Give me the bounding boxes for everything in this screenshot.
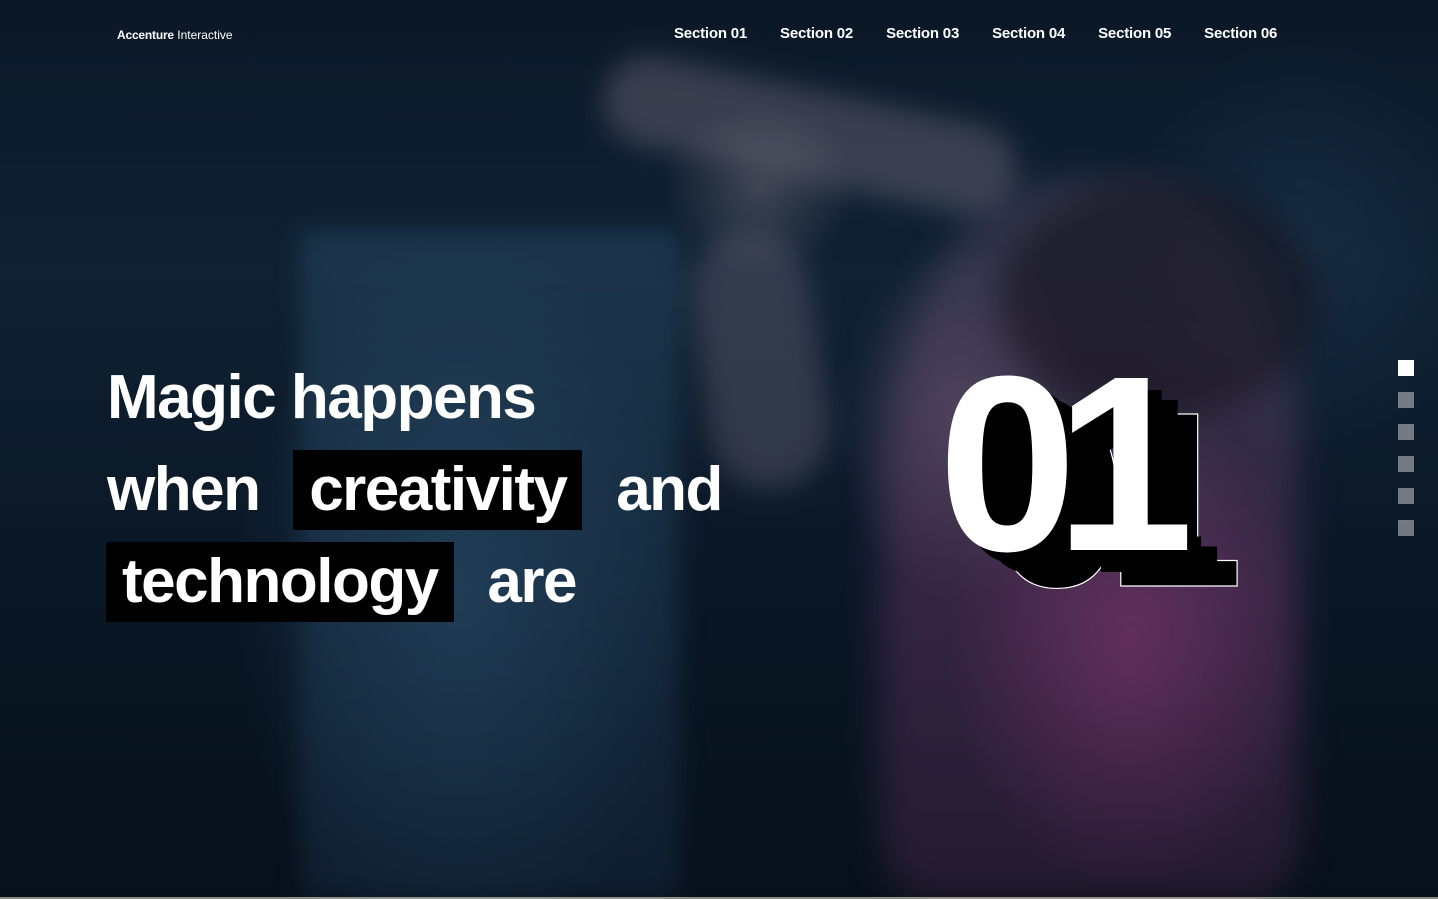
logo[interactable]: Accenture Interactive [117,27,233,43]
headline-highlight-creativity: creativity [293,450,583,530]
headline-highlight-technology: technology [106,542,454,622]
nav-section-05[interactable]: Section 05 [1098,24,1171,44]
headline-line-1: Magic happens [107,352,722,444]
nav-section-01[interactable]: Section 01 [674,24,747,44]
headline-line-2: when creativity and [107,444,723,536]
pager-dot-6[interactable] [1398,520,1414,536]
nav-section-03[interactable]: Section 03 [886,24,959,44]
pager-dot-1[interactable] [1398,360,1414,376]
logo-sub: Interactive [177,28,233,42]
pager-dot-2[interactable] [1398,392,1414,408]
pager-dot-5[interactable] [1398,488,1414,504]
hero-headline: Magic happens when creativity and techno… [106,352,723,628]
pager-dot-4[interactable] [1398,456,1414,472]
logo-brand: Accenture [117,28,174,42]
nav-section-04[interactable]: Section 04 [992,24,1065,44]
section-number: 01 [938,360,1188,603]
nav-section-02[interactable]: Section 02 [780,24,853,44]
section-number-graphic: 01 01 01 01 [938,360,1240,610]
main-nav: Section 01 Section 02 Section 03 Section… [674,24,1277,44]
headline-text-are: are [487,547,577,616]
pager-dot-3[interactable] [1398,424,1414,440]
section-pager [1398,360,1414,552]
hero-stage: Accenture Interactive Section 01 Section… [0,0,1438,899]
headline-text-and: and [616,455,723,524]
headline-line-3: technology are [106,536,722,628]
headline-text-magic: Magic happens [107,363,537,432]
nav-section-06[interactable]: Section 06 [1204,24,1277,44]
headline-text-when: when [107,455,261,524]
